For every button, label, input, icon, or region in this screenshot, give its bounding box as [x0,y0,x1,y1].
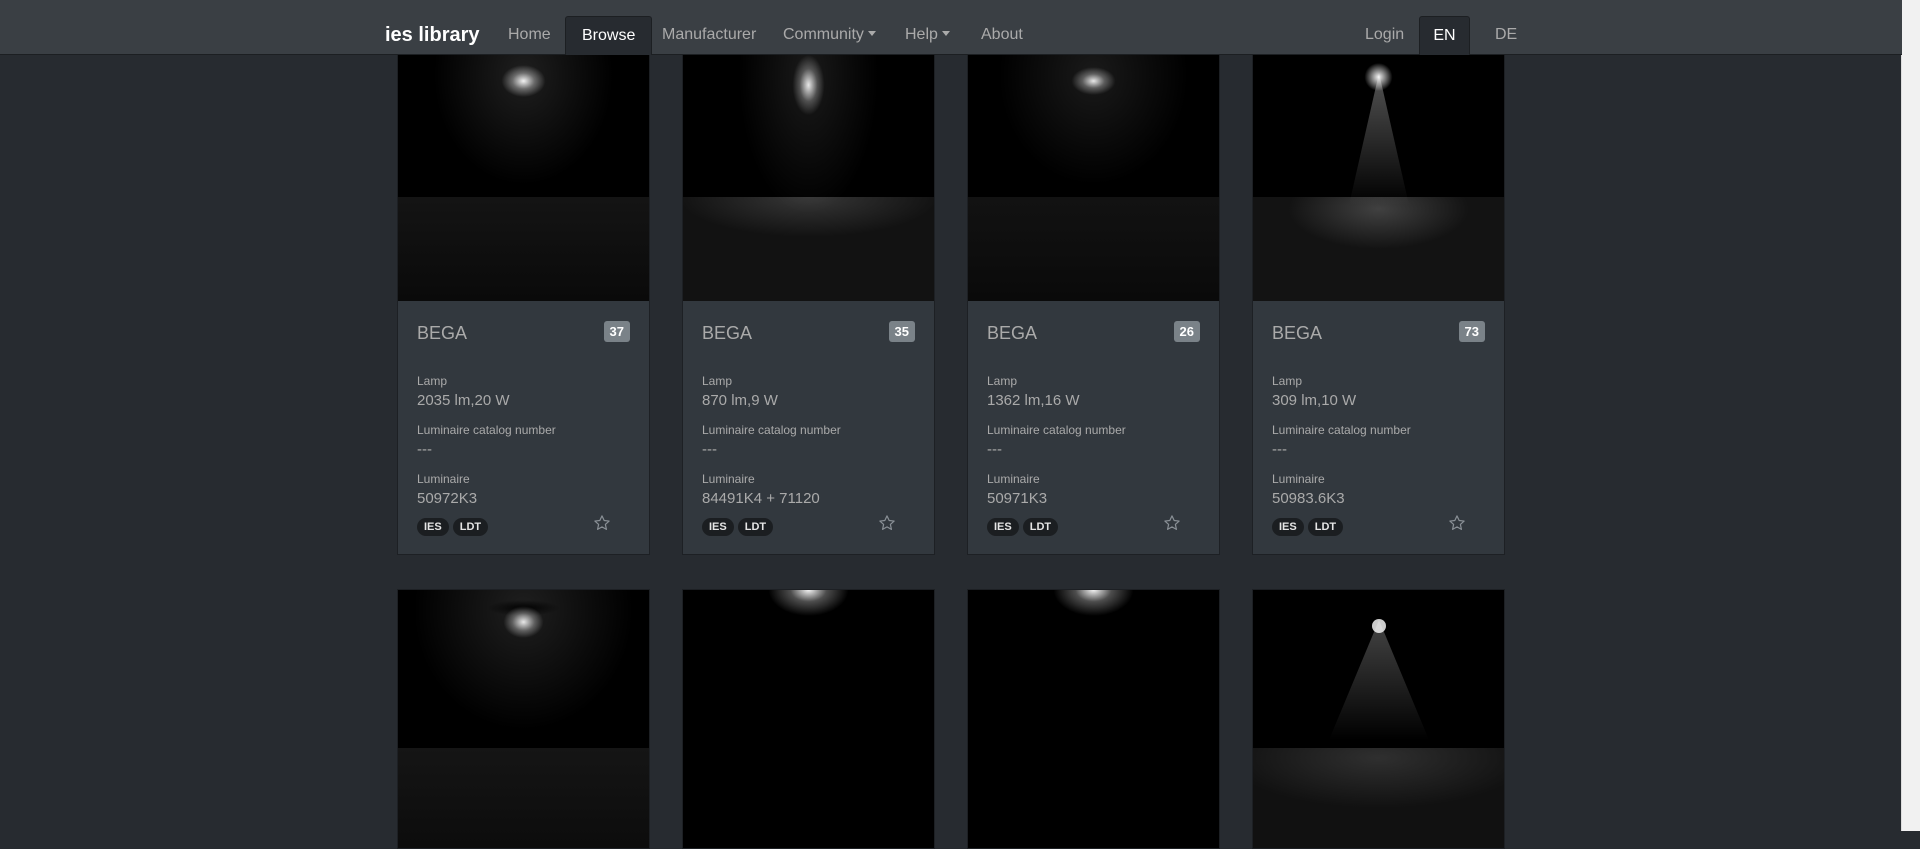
lamp-value: 870 lm,9 W [702,392,778,409]
catalog-label: Luminaire catalog number [702,423,841,437]
luminaire-value: 84491K4 + 71120 [702,490,820,507]
top-navbar: ies library Home Browse Manufacturer Com… [0,0,1902,55]
login-link[interactable]: Login [1349,0,1420,54]
catalog-value: --- [987,441,1002,458]
luminaire-card[interactable] [397,589,650,849]
lamp-label: Lamp [1272,374,1303,388]
star-icon[interactable] [1448,514,1466,532]
manufacturer-name: BEGA [702,323,753,343]
ldt-download-tag[interactable]: LDT [1022,518,1059,536]
catalog-value: --- [702,441,717,458]
chevron-down-icon [941,31,950,36]
star-icon[interactable] [878,514,896,532]
lamp-label: Lamp [702,374,733,388]
light-distribution-preview [398,590,649,848]
nav-community-dropdown[interactable]: Community [767,0,892,54]
luminaire-label: Luminaire [417,472,470,486]
chevron-down-icon [867,31,876,36]
ies-download-tag[interactable]: IES [702,518,734,536]
catalog-label: Luminaire catalog number [417,423,556,437]
luminaire-label: Luminaire [702,472,755,486]
luminaire-value: 50972K3 [417,490,478,507]
star-icon[interactable] [1163,514,1181,532]
nav-help-dropdown[interactable]: Help [889,0,966,54]
luminaire-card[interactable]: BEGA 26 Lamp 1362 lm,16 W Luminaire cata… [967,54,1220,555]
lamp-value: 1362 lm,16 W [987,392,1080,409]
light-distribution-preview [1253,590,1504,848]
lamp-label: Lamp [417,374,448,388]
light-distribution-preview [398,55,649,301]
nav-browse[interactable]: Browse [565,16,653,55]
manufacturer-name: BEGA [987,323,1038,343]
ies-download-tag[interactable]: IES [1272,518,1304,536]
luminaire-label: Luminaire [1272,472,1325,486]
page-scrollbar[interactable] [1901,0,1920,831]
ldt-download-tag[interactable]: LDT [452,518,489,536]
count-badge: 35 [888,321,915,342]
luminaire-card[interactable]: BEGA 35 Lamp 870 lm,9 W Luminaire catalo… [682,54,935,555]
catalog-label: Luminaire catalog number [987,423,1126,437]
nav-community-label: Community [783,26,864,43]
luminaire-card[interactable]: BEGA 37 Lamp 2035 lm,20 W Luminaire cata… [397,54,650,555]
luminaire-card[interactable] [967,589,1220,849]
nav-about[interactable]: About [965,0,1039,54]
star-icon[interactable] [593,514,611,532]
count-badge: 73 [1458,321,1485,342]
nav-home[interactable]: Home [492,0,567,54]
luminaire-label: Luminaire [987,472,1040,486]
nav-help-label: Help [905,26,938,43]
light-distribution-preview [683,590,934,848]
luminaire-value: 50971K3 [987,490,1048,507]
lamp-value: 2035 lm,20 W [417,392,510,409]
luminaire-card[interactable]: BEGA 73 Lamp 309 lm,10 W Luminaire catal… [1252,54,1505,555]
light-distribution-preview [968,55,1219,301]
manufacturer-name: BEGA [417,323,468,343]
manufacturer-name: BEGA [1272,323,1323,343]
ies-download-tag[interactable]: IES [987,518,1019,536]
lamp-value: 309 lm,10 W [1272,392,1357,409]
luminaire-card[interactable] [1252,589,1505,849]
ies-download-tag[interactable]: IES [417,518,449,536]
luminaire-value: 50983.6K3 [1272,490,1345,507]
lang-de[interactable]: DE [1479,0,1533,54]
nav-manufacturer[interactable]: Manufacturer [646,0,772,54]
catalog-value: --- [1272,441,1287,458]
ldt-download-tag[interactable]: LDT [737,518,774,536]
light-distribution-preview [1253,55,1504,301]
light-distribution-preview [683,55,934,301]
luminaire-card[interactable] [682,589,935,849]
count-badge: 26 [1173,321,1200,342]
catalog-label: Luminaire catalog number [1272,423,1411,437]
count-badge: 37 [603,321,630,342]
lang-en[interactable]: EN [1419,16,1470,55]
catalog-value: --- [417,441,432,458]
ldt-download-tag[interactable]: LDT [1307,518,1344,536]
lamp-label: Lamp [987,374,1018,388]
light-distribution-preview [968,590,1219,848]
brand-logo[interactable]: ies library [385,24,480,47]
